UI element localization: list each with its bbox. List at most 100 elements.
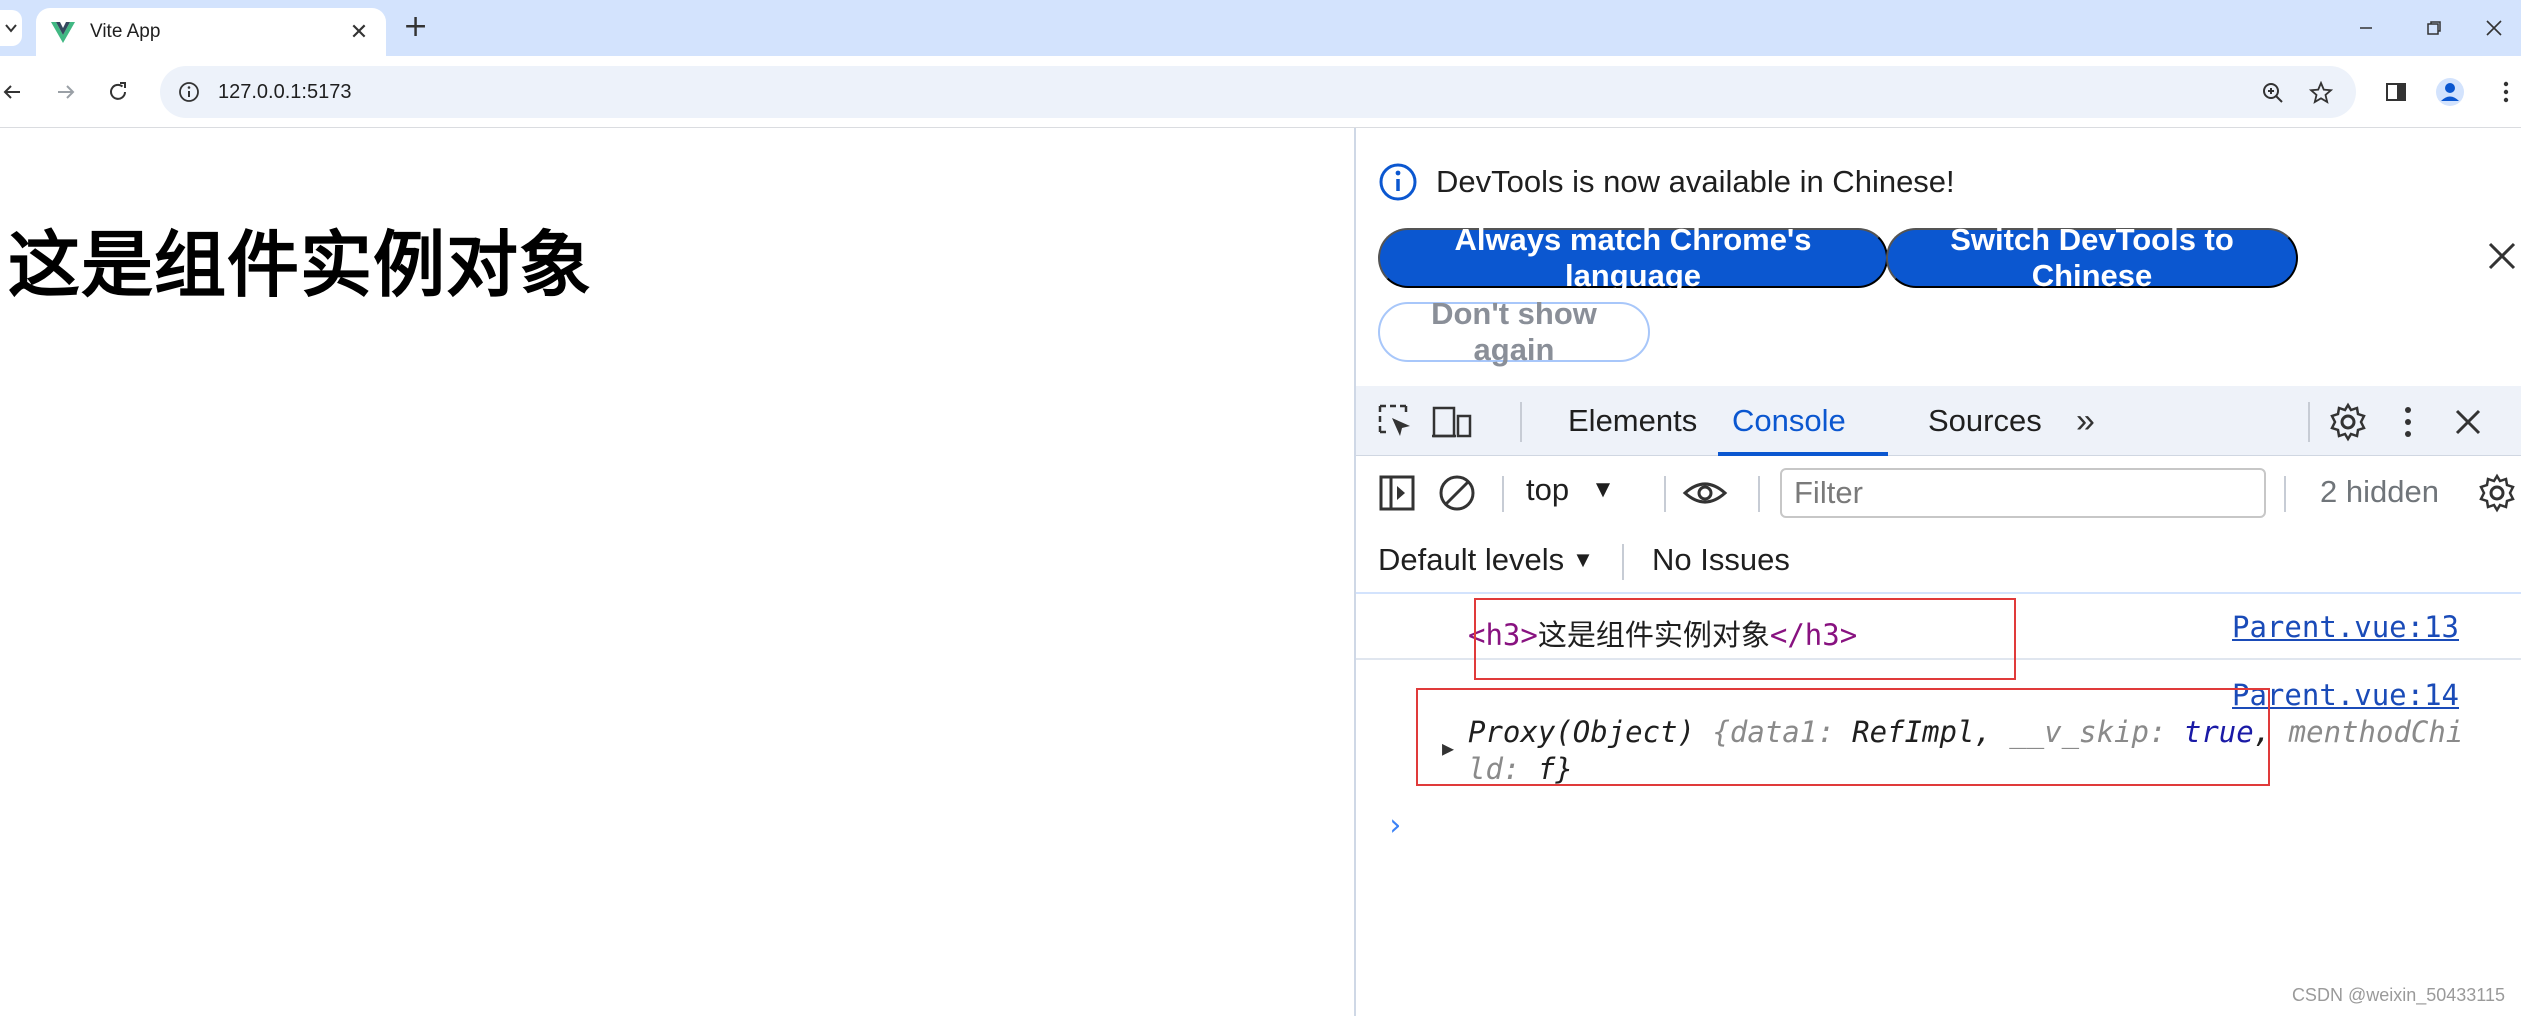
console-levels-bar: Default levels ▼ No Issues xyxy=(1356,530,2521,594)
browser-tab-active[interactable]: Vite App ✕ xyxy=(36,8,386,56)
inspect-element-button[interactable] xyxy=(1374,400,1418,444)
hidden-messages-count: 2 hidden xyxy=(2320,474,2439,509)
source-link[interactable]: Parent.vue:13 xyxy=(2232,610,2459,644)
toolbar-separator xyxy=(1664,476,1666,512)
tab-sources[interactable]: Sources xyxy=(1928,386,2042,456)
arrow-right-icon xyxy=(58,85,75,99)
tab-separator xyxy=(2308,402,2310,442)
bookmark-button[interactable] xyxy=(2308,80,2334,106)
reload-button[interactable] xyxy=(100,74,136,110)
prop-key: __v_skip xyxy=(2009,715,2149,749)
toolbar-separator xyxy=(1622,544,1624,580)
element-text: 这是组件实例对象 xyxy=(1537,618,1770,652)
page-viewport: 这是组件实例对象 xyxy=(0,128,1354,1016)
devtools-language-infobar: DevTools is now available in Chinese! Al… xyxy=(1356,128,2521,386)
more-vert-icon xyxy=(2405,407,2411,437)
console-filter-input[interactable]: Filter xyxy=(1780,468,2266,518)
prop-value: RefImpl xyxy=(1852,715,1975,749)
clear-console-button[interactable] xyxy=(1434,470,1480,516)
prop-value: true xyxy=(2183,715,2254,749)
new-tab-button[interactable]: + xyxy=(403,12,428,42)
vite-logo-icon xyxy=(51,22,75,43)
console-message: ▶ Proxy(Object) {data1: RefImpl, __v_ski… xyxy=(1356,714,2521,794)
reload-icon xyxy=(110,82,126,100)
url-text[interactable]: 127.0.0.1:5173 xyxy=(218,81,351,104)
minimize-button[interactable] xyxy=(2338,10,2394,46)
clear-icon xyxy=(1439,475,1475,511)
live-expression-button[interactable] xyxy=(1682,470,1728,516)
caret-down-icon: ▼ xyxy=(1591,476,1615,503)
forward-button[interactable] xyxy=(48,74,84,110)
browser-toolbar: 127.0.0.1:5173 xyxy=(0,56,2521,128)
infobar-close-icon[interactable] xyxy=(2482,236,2521,276)
close-icon xyxy=(2486,20,2502,36)
issues-counter[interactable]: No Issues xyxy=(1652,542,1790,578)
devtools-menu-button[interactable] xyxy=(2386,400,2430,444)
chevron-down-icon xyxy=(5,24,17,33)
more-vert-icon xyxy=(2503,81,2509,103)
logged-element[interactable]: <h3>这是组件实例对象</h3> xyxy=(1468,612,1857,654)
devtools-settings-button[interactable] xyxy=(2326,400,2370,444)
tab-close-icon[interactable]: ✕ xyxy=(346,20,372,45)
tab-title: Vite App xyxy=(90,21,161,42)
minimize-icon xyxy=(2360,27,2372,29)
side-panel-button[interactable] xyxy=(2378,74,2414,110)
inspect-icon xyxy=(1378,404,1410,436)
console-sidebar-button[interactable] xyxy=(1374,470,1420,516)
tab-strip: Vite App ✕ + xyxy=(0,0,2521,56)
object-type: Proxy(Object) xyxy=(1468,715,1713,749)
toolbar-separator xyxy=(1502,476,1504,512)
device-icon xyxy=(1432,406,1472,438)
site-info-icon[interactable] xyxy=(178,81,200,103)
prop-value: f xyxy=(1537,752,1556,786)
tab-separator xyxy=(1520,402,1522,442)
log-levels-dropdown[interactable]: Default levels ▼ xyxy=(1378,542,1594,578)
arrow-left-icon xyxy=(3,85,20,99)
context-value: top xyxy=(1526,472,1570,507)
tab-elements[interactable]: Elements xyxy=(1568,386,1697,456)
switch-to-chinese-button[interactable]: Switch DevTools to Chinese xyxy=(1886,222,2298,293)
log-levels-label: Default levels xyxy=(1378,542,1565,577)
brace: { xyxy=(1712,715,1730,749)
open-tag: <h3> xyxy=(1468,618,1538,652)
toolbar-separator xyxy=(1758,476,1760,512)
restore-button[interactable] xyxy=(2406,10,2462,46)
infobar-message: DevTools is now available in Chinese! xyxy=(1436,164,1955,199)
devtools-close-button[interactable] xyxy=(2446,400,2490,444)
info-icon xyxy=(1379,163,1417,201)
window-close-button[interactable] xyxy=(2466,10,2521,46)
watermark: CSDN @weixin_50433115 xyxy=(2291,985,2505,1005)
avatar-icon xyxy=(2436,78,2464,106)
more-tabs-button[interactable]: » xyxy=(2076,386,2095,456)
sidebar-toggle-icon xyxy=(1379,475,1415,511)
console-settings-button[interactable] xyxy=(2474,470,2520,516)
profile-button[interactable] xyxy=(2432,74,2468,110)
brace: } xyxy=(1555,752,1573,786)
gear-icon xyxy=(2330,402,2366,442)
toolbar-separator xyxy=(2284,476,2286,512)
page-heading: 这是组件实例对象 xyxy=(8,223,593,307)
console-prompt[interactable]: › xyxy=(1386,808,1404,843)
tab-search-button[interactable] xyxy=(0,10,22,46)
expand-triangle-icon[interactable]: ▶ xyxy=(1442,736,1454,760)
zoom-button[interactable] xyxy=(2260,80,2286,106)
device-toolbar-button[interactable] xyxy=(1430,400,1474,444)
chrome-menu-button[interactable] xyxy=(2488,74,2521,110)
zoom-icon xyxy=(2263,83,2283,103)
source-link[interactable]: Parent.vue:14 xyxy=(2232,678,2459,712)
address-bar[interactable]: 127.0.0.1:5173 xyxy=(160,66,2356,118)
prop-key: data1 xyxy=(1729,715,1818,749)
dont-show-again-button[interactable]: Don't show again xyxy=(1378,296,1650,367)
close-tag: </h3> xyxy=(1769,618,1858,652)
back-button[interactable] xyxy=(0,74,30,110)
star-icon xyxy=(2309,81,2333,104)
always-match-language-button[interactable]: Always match Chrome's language xyxy=(1378,222,1888,293)
caret-down-icon: ▼ xyxy=(1572,547,1594,572)
context-selector[interactable]: top ▼ xyxy=(1526,472,1615,508)
devtools-tab-bar: Elements Console Sources » xyxy=(1356,386,2521,456)
console-toolbar: top ▼ Filter 2 hidden xyxy=(1356,456,2521,530)
devtools-panel: DevTools is now available in Chinese! Al… xyxy=(1354,128,2521,1016)
tab-console[interactable]: Console xyxy=(1732,386,1846,456)
side-panel-icon xyxy=(2386,83,2406,101)
object-preview[interactable]: Proxy(Object) {data1: RefImpl, __v_skip:… xyxy=(1468,714,2468,788)
